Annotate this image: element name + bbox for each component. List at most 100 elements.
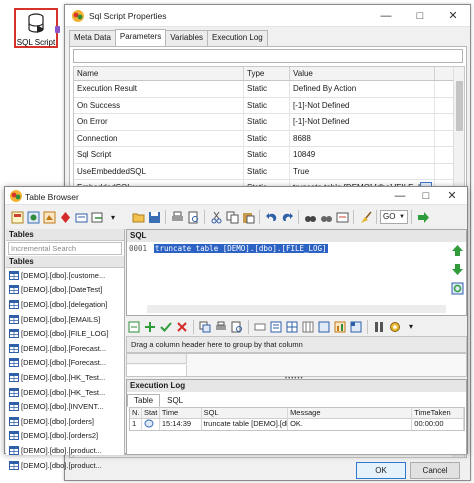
clear-broom-icon[interactable]: [358, 210, 372, 224]
close-button[interactable]: ✕: [438, 5, 468, 27]
tab-sql[interactable]: SQL: [160, 394, 190, 407]
group-by-hint[interactable]: Drag a column header here to group by th…: [126, 336, 467, 353]
maximize-button[interactable]: □: [413, 187, 439, 205]
column-header-value[interactable]: Value: [290, 67, 435, 80]
column-header-n[interactable]: N.: [130, 408, 142, 418]
field-box-icon[interactable]: [253, 320, 267, 334]
list-item[interactable]: [DEMO].[dbo].[Forecast...: [6, 356, 124, 371]
pause-icon[interactable]: [372, 320, 386, 334]
table-row[interactable]: On Success Static [-1]-Not Defined: [74, 97, 464, 114]
export-sheet-icon[interactable]: [127, 320, 141, 334]
refresh-list-icon[interactable]: [74, 210, 88, 224]
list-item[interactable]: [DEMO].[dbo].[INVENT...: [6, 399, 124, 414]
print-grid-icon[interactable]: [214, 320, 228, 334]
node-output-port[interactable]: [55, 26, 60, 33]
list-item[interactable]: [DEMO].[dbo].[HK_Test...: [6, 370, 124, 385]
list-item[interactable]: [DEMO].[dbo].[custome...: [6, 268, 124, 283]
column-header-sql[interactable]: SQL: [202, 408, 289, 418]
column-header-status[interactable]: Stat: [142, 408, 160, 418]
param-value[interactable]: [-1]-Not Defined: [290, 97, 435, 113]
tab-parameters[interactable]: Parameters: [114, 29, 167, 46]
database-filter-icon[interactable]: [10, 210, 24, 224]
table-browser-titlebar[interactable]: Table Browser — □ ✕: [5, 187, 467, 205]
column-header-name[interactable]: Name: [74, 67, 244, 80]
copy-icon[interactable]: [225, 210, 239, 224]
print-preview-icon[interactable]: [186, 210, 200, 224]
table-row[interactable]: Sql Script Static 10849: [74, 147, 464, 164]
param-value[interactable]: Defined By Action: [290, 81, 435, 97]
tab-meta-data[interactable]: Meta Data: [69, 30, 116, 46]
column-header-time-taken[interactable]: TimeTaken: [412, 408, 464, 418]
tab-variables[interactable]: Variables: [165, 30, 209, 46]
minimize-button[interactable]: —: [387, 187, 413, 205]
preview-grid-icon[interactable]: [230, 320, 244, 334]
dialog-titlebar[interactable]: Sql Script Properties — □ ✕: [65, 5, 470, 27]
list-item[interactable]: [DEMO].[dbo].[EMAILS]: [6, 312, 124, 327]
add-row-icon[interactable]: [143, 320, 157, 334]
param-value[interactable]: True: [290, 163, 435, 179]
list-item[interactable]: [DEMO].[dbo].[HK_Test...: [6, 385, 124, 400]
cut-icon[interactable]: [209, 210, 223, 224]
form-view-icon[interactable]: [269, 320, 283, 334]
result-grid-row[interactable]: [127, 365, 187, 376]
filter-icon[interactable]: [317, 320, 331, 334]
pivot-icon[interactable]: [349, 320, 363, 334]
export-icon[interactable]: [90, 210, 104, 224]
column-header-type[interactable]: Type: [244, 67, 290, 80]
undo-icon[interactable]: [264, 210, 278, 224]
print-icon[interactable]: [170, 210, 184, 224]
minimize-button[interactable]: —: [371, 5, 401, 27]
sql-script-node[interactable]: SQL Script: [14, 8, 60, 48]
list-item[interactable]: [DEMO].[dbo].[product...: [6, 443, 124, 458]
toolbar-overflow-chevron-icon[interactable]: ▾: [106, 210, 120, 224]
ok-button[interactable]: OK: [356, 462, 406, 479]
table-row[interactable]: Connection Static 8688: [74, 130, 464, 147]
open-folder-icon[interactable]: [131, 210, 145, 224]
delete-x-icon[interactable]: [175, 320, 189, 334]
list-item[interactable]: [DEMO].[dbo].[delegation]: [6, 297, 124, 312]
table-type-icon[interactable]: [26, 210, 40, 224]
param-value[interactable]: 8688: [290, 130, 435, 146]
toolbar-overflow-chevron-icon[interactable]: ▾: [404, 320, 418, 334]
find-next-icon[interactable]: [319, 210, 333, 224]
list-item[interactable]: [DEMO].[dbo].[FILE_LOG]: [6, 326, 124, 341]
list-item[interactable]: [DEMO].[dbo].[Forecast...: [6, 341, 124, 356]
result-grid[interactable]: [126, 353, 467, 377]
column-header-time[interactable]: Time: [160, 408, 202, 418]
column-header-message[interactable]: Message: [288, 408, 413, 418]
tab-table[interactable]: Table: [127, 394, 161, 407]
param-value[interactable]: [-1]-Not Defined: [290, 114, 435, 130]
paste-icon[interactable]: [241, 210, 255, 224]
confirm-check-icon[interactable]: [159, 320, 173, 334]
save-icon[interactable]: [147, 210, 161, 224]
grid-view-icon[interactable]: [285, 320, 299, 334]
parameter-filter-input[interactable]: [73, 49, 463, 63]
maximize-button[interactable]: □: [405, 5, 435, 27]
cancel-button[interactable]: Cancel: [410, 462, 460, 479]
close-button[interactable]: ✕: [439, 187, 465, 205]
tab-execution-log[interactable]: Execution Log: [207, 30, 268, 46]
sql-horizontal-scrollbar[interactable]: [147, 305, 446, 313]
table-row[interactable]: 1 15:14:39 truncate table [DEMO].[dl OK.…: [130, 419, 464, 430]
execute-arrow-icon[interactable]: [416, 210, 430, 224]
columns-icon[interactable]: [301, 320, 315, 334]
table-row[interactable]: Execution Result Static Defined By Actio…: [74, 81, 464, 98]
move-down-arrow-icon[interactable]: [451, 263, 464, 276]
procedure-icon[interactable]: [58, 210, 72, 224]
table-row[interactable]: UseEmbeddedSQL Static True: [74, 163, 464, 180]
table-row[interactable]: On Error Static [-1]-Not Defined: [74, 114, 464, 131]
go-terminator-select[interactable]: GO ▼: [380, 210, 408, 224]
redo-icon[interactable]: [280, 210, 294, 224]
sql-editor-text[interactable]: truncate table [DEMO].[dbo].[FILE_LOG]: [154, 244, 328, 253]
move-up-arrow-icon[interactable]: [451, 244, 464, 257]
incremental-search-input[interactable]: Incremental Search: [8, 242, 122, 255]
sync-icon[interactable]: [451, 282, 464, 295]
replace-icon[interactable]: [335, 210, 349, 224]
list-item[interactable]: [DEMO].[dbo].[orders2]: [6, 429, 124, 444]
copy-grid-icon[interactable]: [198, 320, 212, 334]
list-item[interactable]: [DEMO].[dbo].[orders]: [6, 414, 124, 429]
list-item[interactable]: [DEMO].[dbo].[DateTest]: [6, 283, 124, 298]
find-icon[interactable]: [303, 210, 317, 224]
chart-icon[interactable]: [333, 320, 347, 334]
param-value[interactable]: 10849: [290, 147, 435, 163]
